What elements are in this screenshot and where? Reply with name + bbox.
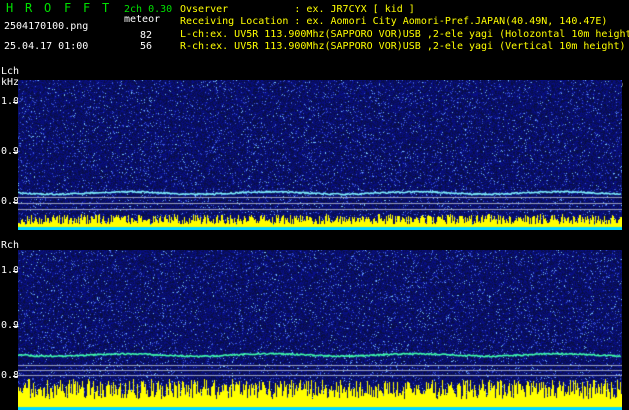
lch-unit-label: kHz bbox=[1, 77, 20, 88]
timestamp-label: 25.04.17 01:00 bbox=[4, 41, 89, 52]
lch-spectrogram-canvas bbox=[18, 80, 622, 230]
lch-spectrogram bbox=[18, 80, 622, 230]
title-letter-f2: F bbox=[83, 1, 91, 15]
title-letter-t: T bbox=[102, 1, 110, 15]
lch-label: Lch bbox=[1, 66, 20, 77]
rch-label: Rch bbox=[1, 240, 20, 251]
filename-label: 2504170100.png bbox=[4, 21, 89, 32]
meteor-label: meteor bbox=[124, 14, 161, 25]
title-letter-h: H bbox=[6, 1, 14, 15]
location-line: Receiving Location : ex. Aomori City Aom… bbox=[180, 16, 608, 27]
meteor-count-r: 56 bbox=[140, 41, 153, 52]
title-letter-f1: F bbox=[64, 1, 72, 15]
title-letter-o: O bbox=[44, 1, 52, 15]
rch-spectrogram bbox=[18, 250, 622, 410]
observer-line: Ovserver : ex. JR7CYX [ kid ] bbox=[180, 4, 415, 15]
lch-info-line: L-ch:ex. UV5R 113.900Mhz(SAPPORO VOR)USB… bbox=[180, 29, 629, 40]
rch-spectrogram-canvas bbox=[18, 250, 622, 410]
title-letter-r: R bbox=[25, 1, 33, 15]
rch-info-line: R-ch:ex. UV5R 113.900Mhz(SAPPORO VOR)USB… bbox=[180, 41, 626, 52]
